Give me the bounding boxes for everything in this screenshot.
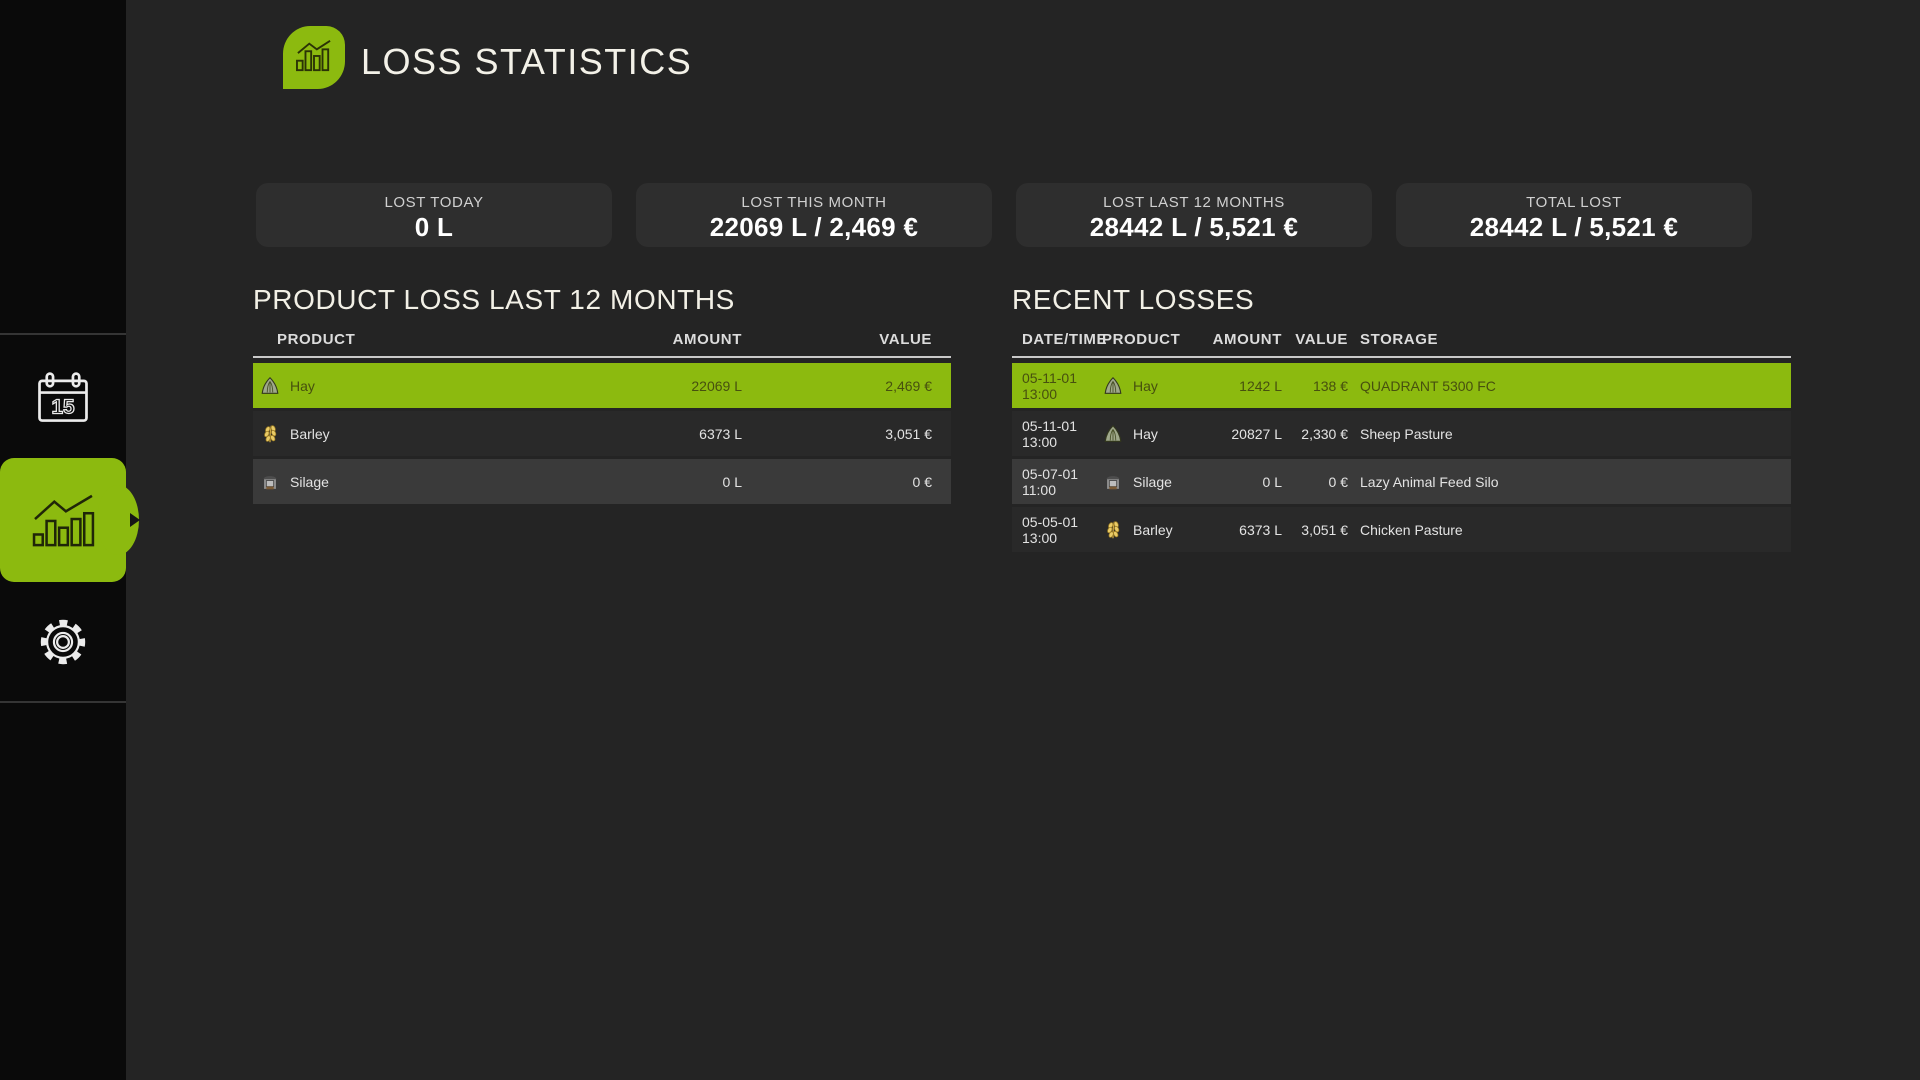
hay-icon [1102, 375, 1124, 397]
column-header: VALUE [1282, 331, 1348, 348]
recent-losses-section: RECENT LOSSES DATE/TIMEPRODUCTAMOUNTVALU… [1012, 284, 1791, 552]
column-header: DATE/TIME [1022, 331, 1102, 348]
product-loss-table: Hay 22069 L2,469 € Barley 6373 L3,051 € Sila… [253, 363, 951, 504]
table-row[interactable]: 05-11-01 13:00 Hay 1242 L138 €QUADRANT 530… [1012, 363, 1791, 408]
stat-value: 28442 L / 5,521 € [1396, 212, 1752, 243]
datetime-cell: 05-11-01 13:00 [1022, 418, 1102, 450]
bar-chart-icon [31, 492, 95, 548]
table-row[interactable]: Barley 6373 L3,051 € [253, 411, 951, 456]
column-header: STORAGE [1348, 331, 1781, 348]
amount-cell: 6373 L [1194, 522, 1282, 538]
section-title: PRODUCT LOSS LAST 12 MONTHS [253, 284, 951, 316]
calendar-icon: 15 [34, 370, 92, 426]
product-cell: Silage [1102, 471, 1194, 493]
sidebar-divider [0, 333, 126, 335]
column-header: VALUE [742, 331, 932, 348]
svg-text:15: 15 [51, 395, 74, 418]
column-header: PRODUCT [259, 331, 552, 348]
table-header-row: DATE/TIMEPRODUCTAMOUNTVALUESTORAGE [1012, 322, 1791, 358]
product-name: Silage [290, 474, 329, 490]
table-row[interactable]: Hay 22069 L2,469 € [253, 363, 951, 408]
sidebar-divider [0, 701, 126, 703]
stat-value: 28442 L / 5,521 € [1016, 212, 1372, 243]
stat-card-total-lost: TOTAL LOST 28442 L / 5,521 € [1396, 183, 1752, 247]
product-cell: Hay [1102, 375, 1194, 397]
sidebar: 15 [0, 0, 126, 1080]
product-name: Silage [1133, 474, 1172, 490]
bar-chart-icon [295, 38, 333, 78]
hay-icon [259, 375, 281, 397]
product-name: Hay [1133, 426, 1158, 442]
product-name: Barley [1133, 522, 1173, 538]
value-cell: 0 € [742, 474, 932, 490]
amount-cell: 0 L [1194, 474, 1282, 490]
stats-row: LOST TODAY 0 L LOST THIS MONTH 22069 L /… [256, 183, 1752, 247]
stat-card-lost-today: LOST TODAY 0 L [256, 183, 612, 247]
amount-cell: 0 L [552, 474, 742, 490]
value-cell: 3,051 € [1282, 522, 1348, 538]
product-name: Hay [290, 378, 315, 394]
product-cell: Silage [259, 471, 552, 493]
product-cell: Hay [1102, 423, 1194, 445]
silage-icon [1102, 471, 1124, 493]
sidebar-item-calendar[interactable]: 15 [0, 337, 126, 458]
amount-cell: 1242 L [1194, 378, 1282, 394]
value-cell: 2,469 € [742, 378, 932, 394]
gear-icon [34, 613, 92, 671]
stat-label: LOST THIS MONTH [636, 194, 992, 211]
product-cell: Hay [259, 375, 552, 397]
value-cell: 0 € [1282, 474, 1348, 490]
value-cell: 3,051 € [742, 426, 932, 442]
stat-value: 0 L [256, 212, 612, 243]
storage-cell: Lazy Animal Feed Silo [1348, 474, 1781, 490]
recent-losses-table: 05-11-01 13:00 Hay 1242 L138 €QUADRANT 530… [1012, 363, 1791, 552]
column-header: PRODUCT [1102, 331, 1194, 348]
amount-cell: 20827 L [1194, 426, 1282, 442]
stat-label: LOST TODAY [256, 194, 612, 211]
value-cell: 138 € [1282, 378, 1348, 394]
stat-label: LOST LAST 12 MONTHS [1016, 194, 1372, 211]
storage-cell: Chicken Pasture [1348, 522, 1781, 538]
table-header-row: PRODUCTAMOUNTVALUE [253, 322, 951, 358]
product-name: Hay [1133, 378, 1158, 394]
active-tab-pointer-icon [130, 513, 140, 527]
product-cell: Barley [259, 423, 552, 445]
loss-statistics-app-icon [283, 26, 345, 89]
amount-cell: 22069 L [552, 378, 742, 394]
sidebar-item-statistics[interactable] [0, 458, 126, 582]
sidebar-item-settings[interactable] [0, 582, 126, 701]
product-name: Barley [290, 426, 330, 442]
stat-value: 22069 L / 2,469 € [636, 212, 992, 243]
stat-card-lost-last-12-months: LOST LAST 12 MONTHS 28442 L / 5,521 € [1016, 183, 1372, 247]
column-header: AMOUNT [552, 331, 742, 348]
table-row[interactable]: 05-05-01 13:00 Barley 6373 L3,051 €Chicken… [1012, 507, 1791, 552]
table-row[interactable]: 05-07-01 11:00 Silage 0 L0 €Lazy Animal Fe… [1012, 459, 1791, 504]
amount-cell: 6373 L [552, 426, 742, 442]
hay-icon [1102, 423, 1124, 445]
barley-icon [259, 423, 281, 445]
datetime-cell: 05-07-01 11:00 [1022, 466, 1102, 498]
datetime-cell: 05-11-01 13:00 [1022, 370, 1102, 402]
column-header: AMOUNT [1194, 331, 1282, 348]
page-title: LOSS STATISTICS [361, 41, 692, 83]
value-cell: 2,330 € [1282, 426, 1348, 442]
section-title: RECENT LOSSES [1012, 284, 1791, 316]
barley-icon [1102, 519, 1124, 541]
product-loss-section: PRODUCT LOSS LAST 12 MONTHS PRODUCTAMOUN… [253, 284, 951, 504]
datetime-cell: 05-05-01 13:00 [1022, 514, 1102, 546]
storage-cell: QUADRANT 5300 FC [1348, 378, 1781, 394]
table-row[interactable]: Silage 0 L0 € [253, 459, 951, 504]
product-cell: Barley [1102, 519, 1194, 541]
stat-label: TOTAL LOST [1396, 194, 1752, 211]
table-row[interactable]: 05-11-01 13:00 Hay 20827 L2,330 €Sheep Pas… [1012, 411, 1791, 456]
silage-icon [259, 471, 281, 493]
stat-card-lost-this-month: LOST THIS MONTH 22069 L / 2,469 € [636, 183, 992, 247]
storage-cell: Sheep Pasture [1348, 426, 1781, 442]
